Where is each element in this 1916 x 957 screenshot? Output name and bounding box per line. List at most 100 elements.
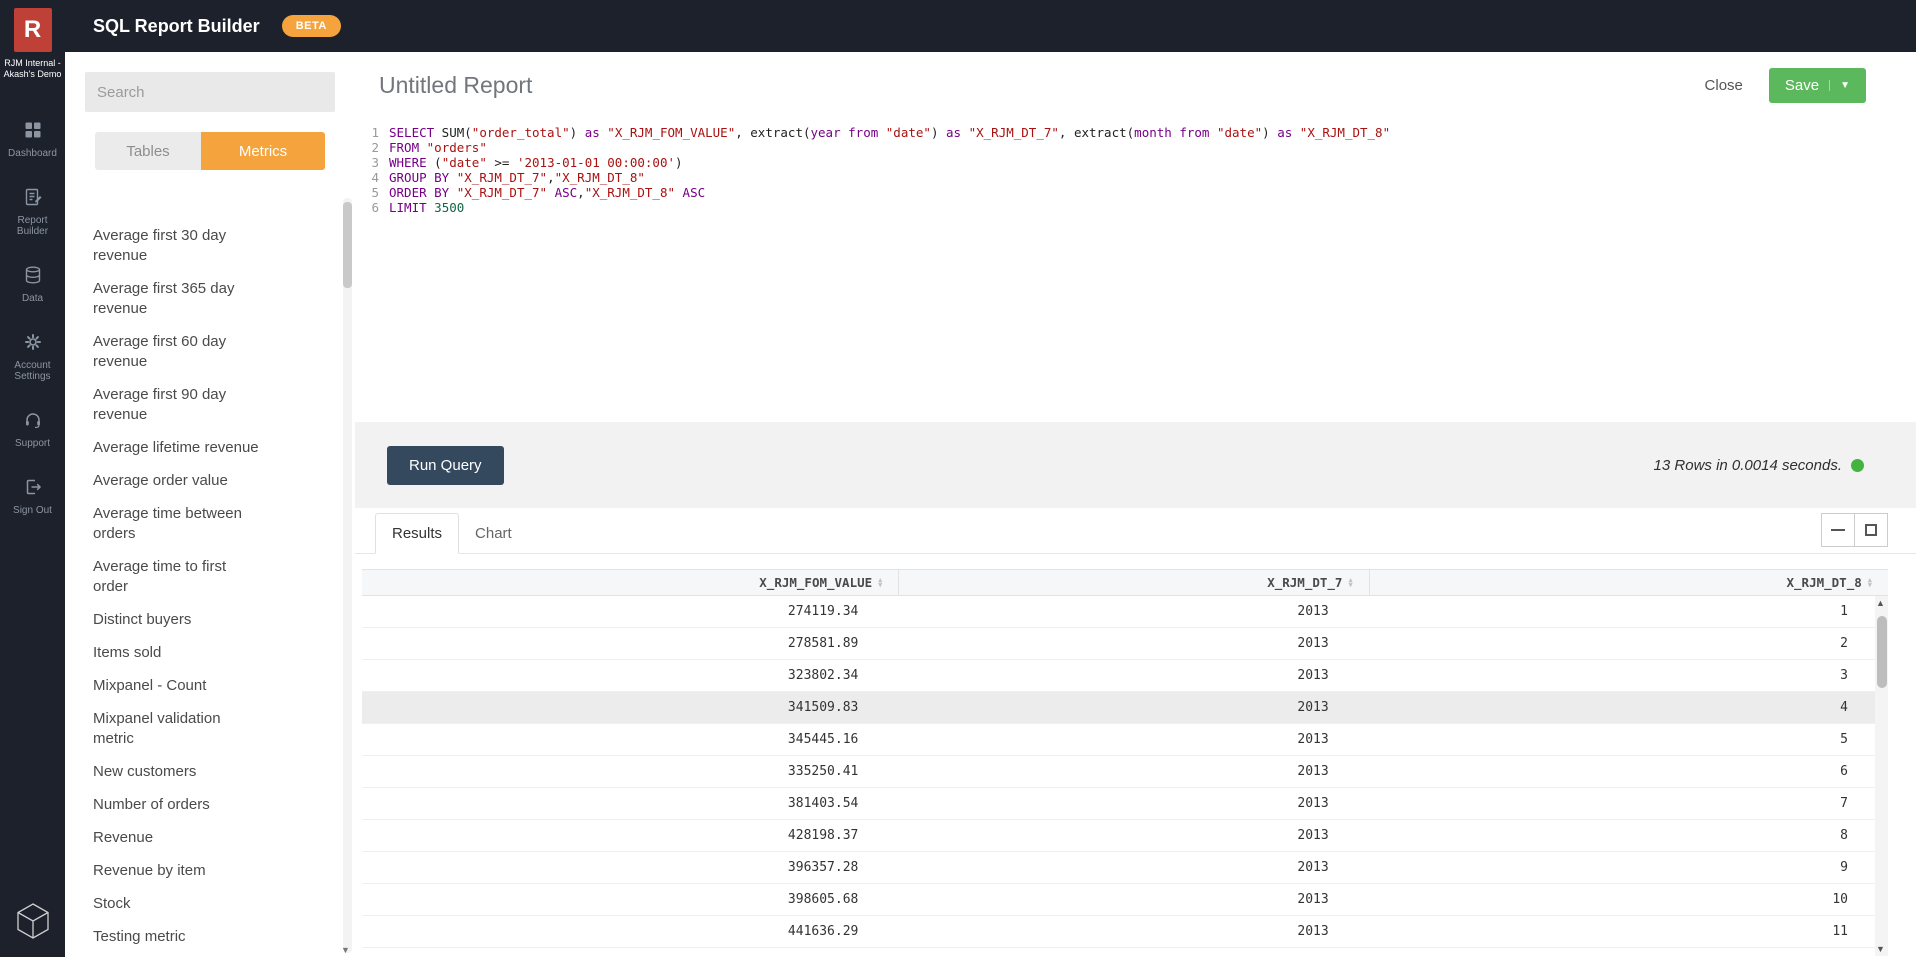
code-text: GROUP BY "X_RJM_DT_7","X_RJM_DT_8" — [389, 170, 645, 185]
tab-tables[interactable]: Tables — [95, 132, 201, 170]
scroll-up-icon[interactable]: ▲ — [1876, 598, 1885, 608]
footer-logo-icon — [16, 902, 50, 945]
editor-line: 6LIMIT 3500 — [355, 200, 1916, 215]
report-header: Untitled Report Close Save ▼ — [355, 52, 1916, 111]
scroll-down-icon[interactable]: ▼ — [1876, 944, 1885, 954]
query-status-text: 13 Rows in 0.0014 seconds. — [1654, 457, 1842, 474]
editor-line: 4GROUP BY "X_RJM_DT_7","X_RJM_DT_8" — [355, 170, 1916, 185]
table-cell: 3 — [1369, 660, 1888, 691]
metric-item[interactable]: Distinct buyers — [93, 610, 263, 630]
scrollbar-track[interactable] — [343, 198, 352, 953]
metric-item[interactable]: Mixpanel - Count — [93, 676, 263, 696]
table-cell: 4 — [1369, 692, 1888, 723]
scrollbar-thumb[interactable] — [343, 202, 352, 288]
metrics-scrollbar: ▼ — [343, 198, 352, 953]
table-scrollbar-thumb[interactable] — [1877, 616, 1887, 688]
minus-icon — [1831, 529, 1845, 531]
brand-logo: R — [14, 8, 52, 52]
tab-results[interactable]: Results — [375, 513, 459, 554]
column-header[interactable]: X_RJM_DT_7▲▼ — [898, 570, 1368, 595]
search-input[interactable] — [85, 72, 335, 112]
table-row: 441636.29201311 — [362, 916, 1888, 948]
table-scrollbar: ▲ ▼ — [1875, 596, 1888, 956]
page: R RJM Internal - Akash's Demo Dashboard … — [0, 0, 1916, 957]
status-success-icon — [1851, 459, 1864, 472]
metric-item[interactable]: Revenue — [93, 828, 263, 848]
report-title[interactable]: Untitled Report — [379, 72, 1705, 99]
rail-nav: Dashboard Report Builder Data Account Se… — [3, 120, 63, 516]
table-row: 341509.8320134 — [362, 692, 1888, 724]
table-cell: 11 — [1369, 916, 1888, 947]
dashboard-icon — [23, 120, 43, 143]
code-text: LIMIT 3500 — [389, 200, 464, 215]
save-button-label: Save — [1785, 77, 1819, 94]
table-cell: 7 — [1369, 788, 1888, 819]
results-header-row: X_RJM_FOM_VALUE▲▼X_RJM_DT_7▲▼X_RJM_DT_8▲… — [362, 569, 1888, 596]
view-controls — [1821, 513, 1888, 547]
table-row: 398605.68201310 — [362, 884, 1888, 916]
table-cell: 2013 — [898, 756, 1368, 787]
chevron-down-icon: ▼ — [1829, 80, 1850, 91]
line-number: 2 — [355, 140, 389, 155]
sort-icon: ▲▼ — [1348, 578, 1352, 588]
sidebar-item-account-settings[interactable]: Account Settings — [3, 332, 63, 382]
table-cell: 335250.41 — [362, 756, 898, 787]
metric-item[interactable]: Average first 60 day revenue — [93, 332, 263, 372]
sidebar-item-report-builder[interactable]: Report Builder — [3, 187, 63, 237]
table-row: 381403.5420137 — [362, 788, 1888, 820]
metric-item[interactable]: Average time between orders — [93, 504, 263, 544]
column-label: X_RJM_FOM_VALUE — [759, 575, 872, 590]
results-tabs-row: Results Chart — [355, 508, 1916, 554]
table-cell: 323802.34 — [362, 660, 898, 691]
table-cell: 8 — [1369, 820, 1888, 851]
metric-item[interactable]: Average order value — [93, 471, 263, 491]
sidebar-item-sign-out[interactable]: Sign Out — [3, 477, 63, 516]
metric-item[interactable]: Average first 365 day revenue — [93, 279, 263, 319]
metric-item[interactable]: Average lifetime revenue — [93, 438, 263, 458]
table-cell: 381403.54 — [362, 788, 898, 819]
code-text: FROM "orders" — [389, 140, 487, 155]
table-cell: 2013 — [898, 628, 1368, 659]
table-cell: 274119.34 — [362, 596, 898, 627]
results-body: 274119.3420131278581.8920132323802.34201… — [362, 596, 1888, 948]
sidebar-item-dashboard[interactable]: Dashboard — [3, 120, 63, 159]
code-text: SELECT SUM("order_total") as "X_RJM_FOM_… — [389, 125, 1390, 140]
table-cell: 2013 — [898, 820, 1368, 851]
column-header[interactable]: X_RJM_FOM_VALUE ▲▼ — [362, 570, 898, 595]
table-cell: 5 — [1369, 724, 1888, 755]
table-row: 345445.1620135 — [362, 724, 1888, 756]
metric-item[interactable]: Average first 90 day revenue — [93, 385, 263, 425]
run-query-button[interactable]: Run Query — [387, 446, 504, 485]
tab-chart[interactable]: Chart — [459, 514, 528, 553]
sort-icon: ▲▼ — [878, 578, 882, 588]
table-cell: 2013 — [898, 692, 1368, 723]
table-cell: 2013 — [898, 916, 1368, 947]
metric-item[interactable]: Average time to first order — [93, 557, 263, 597]
sign-out-icon — [23, 477, 43, 500]
sidebar-item-label: Support — [15, 438, 50, 449]
metrics-list: Average first 30 day revenue Average firs… — [65, 198, 339, 957]
query-status: 13 Rows in 0.0014 seconds. — [1654, 457, 1864, 474]
scroll-down-icon[interactable]: ▼ — [341, 945, 350, 955]
metric-item[interactable]: New customers — [93, 762, 263, 782]
left-rail: R RJM Internal - Akash's Demo Dashboard … — [0, 0, 65, 957]
sidebar-item-support[interactable]: Support — [3, 410, 63, 449]
close-button[interactable]: Close — [1705, 77, 1743, 94]
sql-editor[interactable]: 1SELECT SUM("order_total") as "X_RJM_FOM… — [355, 111, 1916, 422]
metric-item[interactable]: Number of orders — [93, 795, 263, 815]
metric-item[interactable]: Testing metric — [93, 927, 263, 947]
metric-item[interactable]: Items sold — [93, 643, 263, 663]
sidebar-item-data[interactable]: Data — [3, 265, 63, 304]
editor-line: 1SELECT SUM("order_total") as "X_RJM_FOM… — [355, 125, 1916, 140]
tab-metrics[interactable]: Metrics — [201, 132, 325, 170]
sidebar-item-label: Dashboard — [8, 148, 57, 159]
line-number: 6 — [355, 200, 389, 215]
collapse-button[interactable] — [1821, 513, 1855, 547]
column-header[interactable]: X_RJM_DT_8▲▼ — [1369, 570, 1888, 595]
save-button[interactable]: Save ▼ — [1769, 68, 1866, 103]
metric-item[interactable]: Average first 30 day revenue — [93, 226, 263, 266]
metric-item[interactable]: Mixpanel validation metric — [93, 709, 263, 749]
expand-button[interactable] — [1854, 513, 1888, 547]
metric-item[interactable]: Revenue by item — [93, 861, 263, 881]
metric-item[interactable]: Stock — [93, 894, 263, 914]
